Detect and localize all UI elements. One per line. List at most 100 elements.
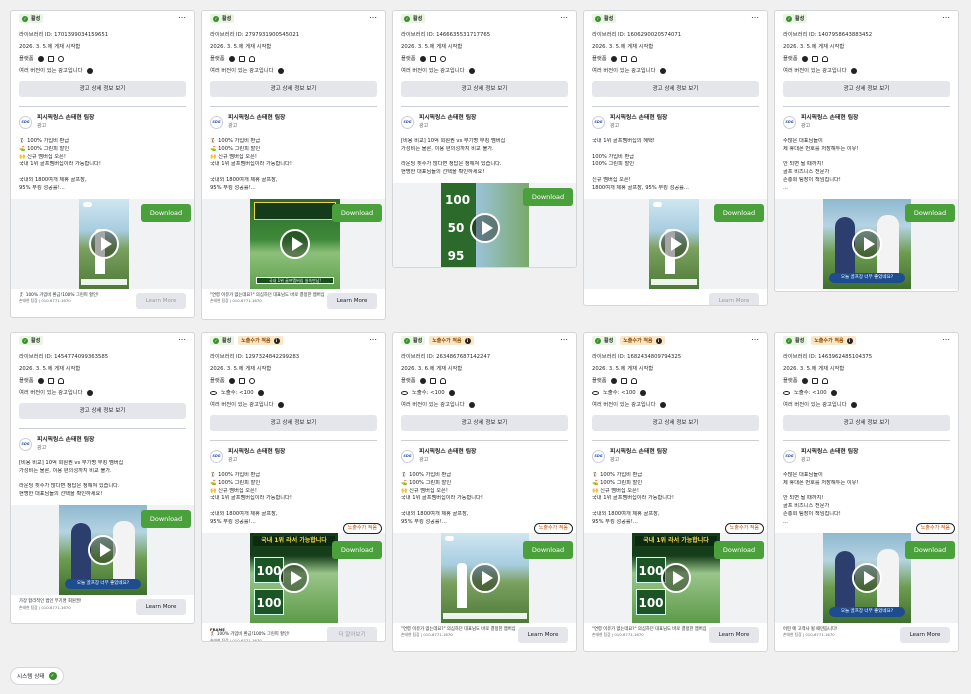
download-button[interactable]: Download (332, 540, 382, 559)
advertiser-name[interactable]: 피시픽링스 손태현 팀장 (419, 114, 476, 122)
limited-text: 노출수가 적음 (814, 338, 844, 344)
ad-video-thumbnail[interactable]: 오늘 골프장 너무 좋았네요? (823, 532, 911, 623)
play-icon[interactable] (470, 562, 500, 593)
status-text: 활성 (222, 16, 232, 22)
body-line: 현명한 대표님들의 선택을 확인하세요! (401, 169, 485, 176)
footer-subtext: 손태현 팀장 | 010-6771-1670 (401, 632, 453, 638)
download-button[interactable]: Download (523, 540, 573, 559)
advertiser-name[interactable]: 피시픽링스 손태현 팀장 (228, 448, 285, 456)
ad-video-thumbnail[interactable] (441, 532, 529, 623)
cta-button[interactable]: Learn More (900, 626, 950, 643)
ad-detail-button[interactable]: 광고 상세 정보 보기 (592, 415, 759, 431)
status-badge: ✓ 활성 (210, 14, 235, 23)
more-options-icon[interactable]: ⋯ (942, 13, 950, 22)
more-options-icon[interactable]: ⋯ (942, 335, 950, 344)
more-options-icon[interactable]: ⋯ (560, 13, 568, 22)
ad-detail-button[interactable]: 광고 상세 정보 보기 (19, 403, 186, 419)
play-icon[interactable] (852, 228, 882, 259)
advertiser-name[interactable]: 피시픽링스 손태현 팀장 (37, 436, 94, 444)
advertiser-name-block: 피시픽링스 손태현 팀장 광고 (610, 448, 667, 464)
impressions: 노출수: <100 (592, 387, 759, 399)
system-status[interactable]: 시스템 상태 ✓ (10, 667, 64, 685)
card-header: ✓ 활성 ⋯ (393, 11, 576, 23)
more-options-icon[interactable]: ⋯ (369, 13, 377, 22)
download-button[interactable]: Download (332, 203, 382, 222)
ad-detail-button[interactable]: 광고 상세 정보 보기 (210, 81, 377, 97)
cta-button[interactable]: Learn More (709, 626, 759, 643)
cta-button[interactable]: Learn More (518, 626, 568, 643)
info-icon (468, 402, 475, 408)
cta-button[interactable]: Learn More (327, 292, 377, 309)
ad-detail-button[interactable]: 광고 상세 정보 보기 (401, 81, 568, 97)
advertiser-name[interactable]: 피시픽링스 손태현 팀장 (801, 448, 858, 456)
ad-preview: SDG 피시픽링스 손태현 팀장 광고 🏌️ 100% 가입비 환급 ⛳ 100% 그린… (202, 448, 385, 641)
advertiser: SDG 피시픽링스 손태현 팀장 광고 (783, 448, 950, 464)
sponsored-label: 광고 (419, 123, 429, 129)
start-date: 2026. 3. 6.에 게재 시작함 (401, 366, 463, 372)
advertiser-name[interactable]: 피시픽링스 손태현 팀장 (228, 114, 285, 122)
download-button[interactable]: Download (714, 540, 764, 559)
ad-video-thumbnail[interactable]: 국내 1위 라서 가능합니다 100 100 (250, 532, 338, 623)
ad-detail-button[interactable]: 광고 상세 정보 보기 (783, 81, 950, 97)
play-icon[interactable] (88, 534, 118, 565)
download-button[interactable]: Download (905, 540, 955, 559)
play-icon[interactable] (659, 228, 689, 259)
download-button[interactable]: Download (905, 203, 955, 222)
cta-button[interactable]: 더 알아보기 (327, 626, 377, 641)
play-icon[interactable] (470, 212, 500, 243)
ad-preview: SDG 피시픽링스 손태현 팀장 광고 🏌️ 100% 가입비 환급 ⛳ 100% 그린… (11, 114, 194, 313)
more-options-icon[interactable]: ⋯ (751, 13, 759, 22)
multi-version-text: 여러 버전이 있는 광고입니다 (210, 402, 274, 408)
ad-detail-button[interactable]: 광고 상세 정보 보기 (401, 415, 568, 431)
platforms-label: 플랫폼 (210, 378, 225, 384)
ad-video-thumbnail[interactable]: 오늘 골프장 너무 좋았네요? (823, 198, 911, 289)
more-options-icon[interactable]: ⋯ (751, 335, 759, 344)
body-line: 국내 1위 골프멤버십의 혜택! (592, 138, 655, 144)
download-button[interactable]: Download (141, 509, 191, 528)
facebook-icon (37, 56, 44, 62)
ad-video-thumbnail[interactable]: 국내 1위 골프멤버십 실속만남! (250, 198, 340, 289)
play-icon[interactable] (852, 562, 882, 593)
body-line: 🙌 신규 멤버십 오픈! (401, 487, 448, 494)
start-date: 2026. 3. 5.에 게재 시작함 (210, 366, 272, 372)
more-options-icon[interactable]: ⋯ (178, 13, 186, 22)
status-badge: ✓ 활성 (592, 336, 617, 345)
ad-video-thumbnail[interactable]: 100 50 95 (441, 182, 529, 267)
status-badge: ✓ 활성 (401, 14, 426, 23)
ad-detail-button[interactable]: 광고 상세 정보 보기 (783, 415, 950, 431)
library-id: 라이브러리 ID: 1463962485104375 (783, 354, 873, 360)
download-button[interactable]: Download (523, 187, 573, 206)
ad-detail-button[interactable]: 광고 상세 정보 보기 (592, 81, 759, 97)
play-icon[interactable] (661, 562, 691, 593)
ad-detail-button[interactable]: 광고 상세 정보 보기 (19, 81, 186, 97)
advertiser-name[interactable]: 피시픽링스 손태현 팀장 (801, 114, 858, 122)
status-badge: ✓ 활성 (401, 336, 426, 345)
download-button[interactable]: Download (714, 203, 764, 222)
play-icon[interactable] (280, 228, 310, 259)
ad-video-thumbnail[interactable]: 국내 1위 라서 가능합니다 100 100 (632, 532, 720, 623)
cta-button[interactable]: Learn More (136, 598, 186, 615)
check-icon: ✓ (786, 337, 792, 344)
play-icon[interactable] (89, 228, 119, 259)
body-line: 라운딩 횟수가 많다면 정답은 정해져 있습니다. (401, 161, 502, 168)
advertiser-name[interactable]: 피시픽링스 손태현 팀장 (610, 448, 667, 456)
more-options-icon[interactable]: ⋯ (560, 335, 568, 344)
download-button[interactable]: Download (141, 203, 191, 222)
advertiser-name[interactable]: 피시픽링스 손태현 팀장 (610, 114, 667, 122)
platforms-label: 플랫폼 (19, 378, 34, 384)
ad-meta: 라이브러리 ID: 1606290020574071 2026. 3. 5.에 게… (584, 29, 767, 77)
cta-button[interactable]: Learn More (136, 292, 186, 309)
ad-video-thumbnail[interactable] (649, 198, 699, 289)
check-icon: ✓ (22, 337, 28, 344)
ad-video-thumbnail[interactable]: 오늘 골프장 너무 좋았네요? (59, 504, 147, 595)
more-options-icon[interactable]: ⋯ (369, 335, 377, 344)
ad-detail-button[interactable]: 광고 상세 정보 보기 (210, 415, 377, 431)
play-icon[interactable] (279, 562, 309, 593)
facebook-icon (801, 56, 808, 62)
messenger-icon (821, 378, 828, 384)
ad-video-thumbnail[interactable] (79, 198, 129, 289)
advertiser-name[interactable]: 피시픽링스 손태현 팀장 (419, 448, 476, 456)
cta-button[interactable]: Learn More (709, 292, 759, 305)
more-options-icon[interactable]: ⋯ (178, 335, 186, 344)
advertiser-name[interactable]: 피시픽링스 손태현 팀장 (37, 114, 94, 122)
